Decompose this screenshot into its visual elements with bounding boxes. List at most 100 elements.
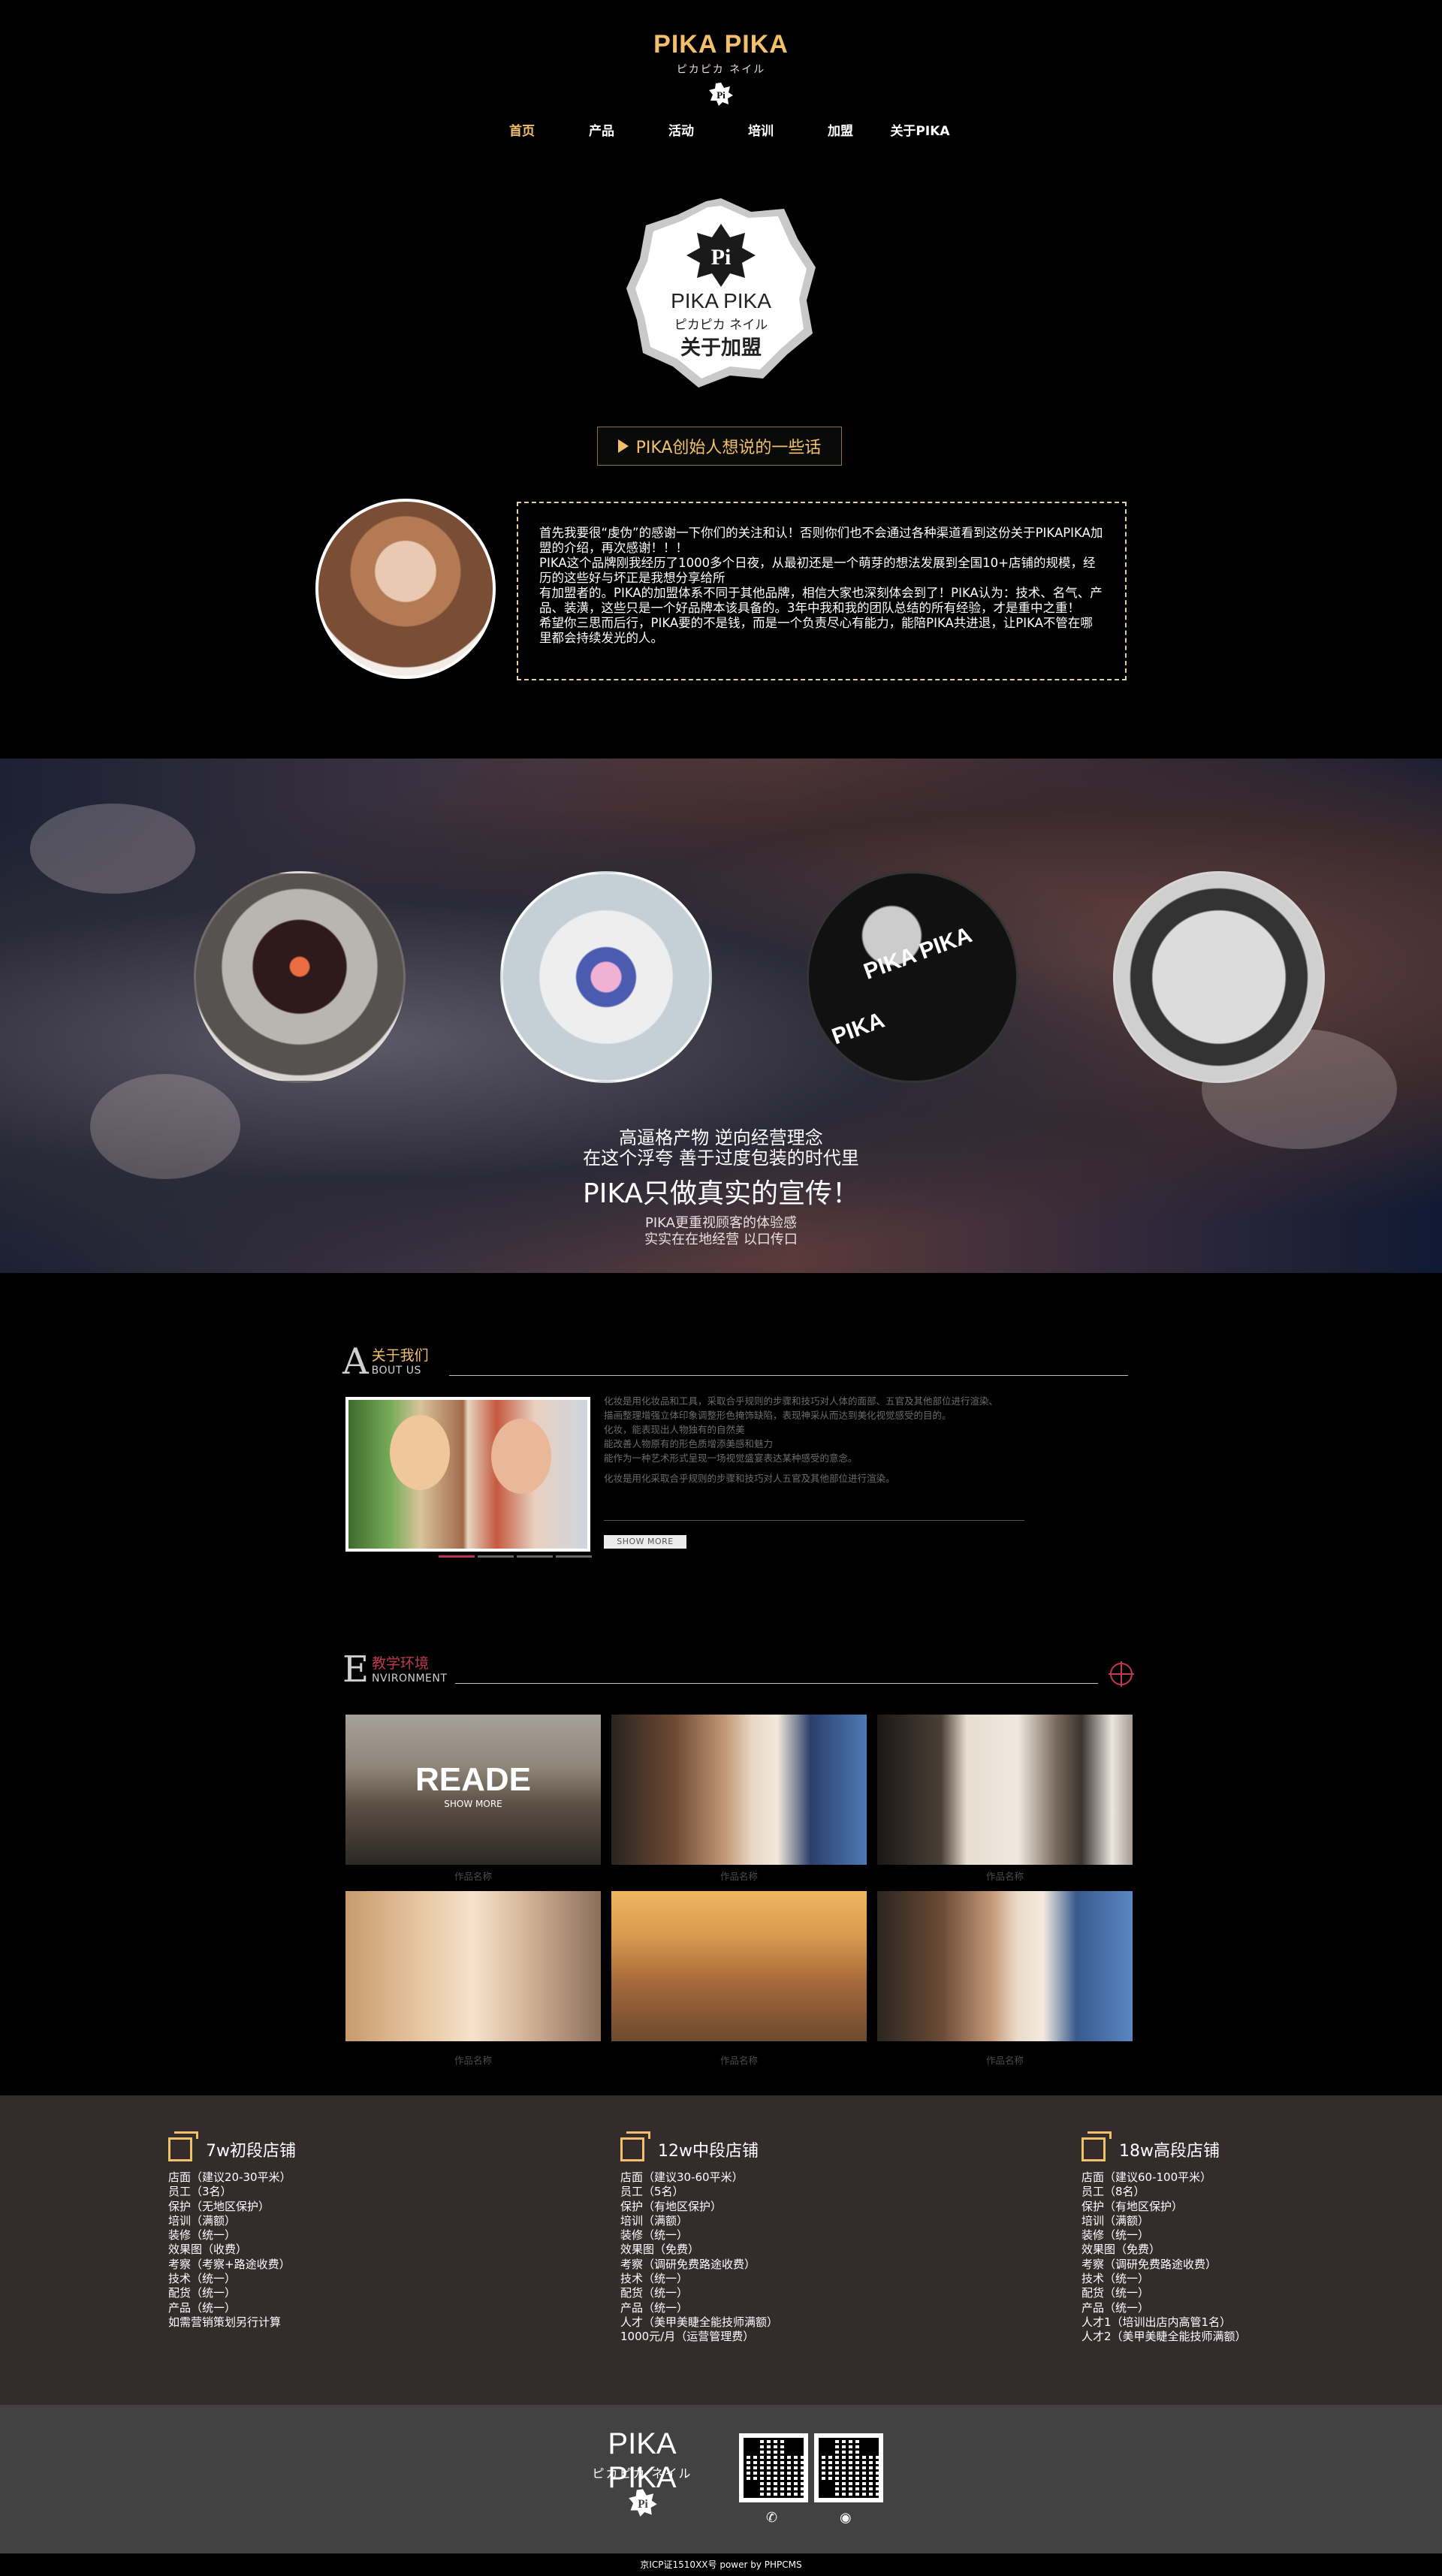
footer-brand-subtitle: ピカピカ ネイル — [592, 2466, 692, 2481]
copyright-bar: 京ICP证1510XX号 power by PHPCMS — [0, 2553, 1442, 2576]
plan-premium: 18w高段店铺 店面（建议60-100平米） 员工（8名） 保护（有地区保护） … — [1082, 2131, 1247, 2345]
about-photo-person — [491, 1419, 551, 1494]
gallery-caption: 作品名称 — [454, 1871, 492, 1882]
svg-text:Pi: Pi — [716, 89, 726, 101]
nav-item-products[interactable]: 产品 — [562, 120, 641, 139]
plan-item: 技术（统一） — [1082, 2272, 1150, 2286]
gallery-caption: 作品名称 — [985, 2055, 1024, 2066]
plan-item: 效果图（免费） — [620, 2243, 700, 2257]
quote-paragraph: 希望你三思而后行，PIKA要的不是钱，而是一个负责尽心有能力，能陪PIKA共进退… — [539, 616, 1093, 645]
plan-item: 员工（5名） — [620, 2185, 684, 2199]
environment-title: 教学环境 — [372, 1655, 430, 1672]
wechat-qr-code — [739, 2433, 808, 2502]
about-paragraph: 化妆是用化妆品和工具，采取合乎规则的步骤和技巧对人体的面部、五官及其他部位进行渲… — [604, 1395, 999, 1407]
plan-item: 考察（考察+路途收费） — [168, 2257, 291, 2271]
plan-item: 产品（统一） — [620, 2300, 689, 2315]
badge-brand: PIKA PIKA — [671, 289, 771, 312]
package-icon — [168, 2131, 200, 2163]
plan-title: 18w高段店铺 — [1119, 2142, 1220, 2161]
plan-item: 配货（统一） — [620, 2286, 689, 2300]
carousel-dot[interactable] — [517, 1555, 553, 1558]
nav-item-events[interactable]: 活动 — [641, 120, 721, 139]
gallery-caption: 作品名称 — [719, 2055, 758, 2066]
gallery-item[interactable] — [611, 1715, 867, 1865]
plan-details: 店面（建议30-60平米） 员工（5名） 保护（有地区保护） 培训（满额） 装修… — [620, 2170, 778, 2345]
nav-item-franchise[interactable]: 加盟 — [801, 120, 880, 139]
product-circle-2[interactable] — [500, 871, 712, 1083]
plan-item: 店面（建议60-100平米） — [1082, 2170, 1212, 2184]
plan-item: 装修（统一） — [620, 2228, 689, 2243]
gallery-overlay-title: READE — [415, 1761, 532, 1798]
plan-item: 如需营销策划另行计算 — [168, 2315, 282, 2329]
about-paragraph: 描画整理增强立体印象调整形色掩饰缺陷，表现神采从而达到美化视觉感受的目的。 — [604, 1410, 952, 1421]
founder-avatar — [315, 499, 496, 679]
brand-logo-title[interactable]: PIKA PIKA — [0, 30, 1442, 59]
carousel-dot[interactable] — [439, 1555, 475, 1558]
gallery-item[interactable] — [611, 1891, 867, 2041]
banner-line-2: 在这个浮夸 善于过度包装的时代里 — [583, 1148, 859, 1169]
plan-item: 装修（统一） — [168, 2228, 237, 2243]
about-description: 化妆是用化妆品和工具，采取合乎规则的步骤和技巧对人体的面部、五官及其他部位进行渲… — [604, 1394, 1024, 1486]
environment-divider — [455, 1683, 1098, 1684]
about-show-more-button[interactable]: SHOW MORE — [604, 1535, 686, 1549]
plan-item: 产品（统一） — [1082, 2300, 1150, 2315]
about-photo[interactable] — [345, 1397, 590, 1552]
package-icon — [620, 2131, 652, 2163]
svg-text:Pi: Pi — [638, 2498, 648, 2511]
plan-item: 效果图（免费） — [1082, 2243, 1161, 2257]
nav-item-about[interactable]: 关于PIKA — [880, 120, 960, 139]
plan-item: 保护（有地区保护） — [1082, 2199, 1184, 2213]
badge-title: 关于加盟 — [680, 336, 762, 360]
founder-words-button[interactable]: PIKA创始人想说的一些话 — [597, 427, 842, 466]
gallery-show-more[interactable]: SHOW MORE — [345, 1799, 601, 1809]
plan-details: 店面（建议60-100平米） 员工（8名） 保护（有地区保护） 培训（满额） 装… — [1082, 2170, 1247, 2345]
gallery-item[interactable] — [877, 1891, 1133, 2041]
site-header: PIKA PIKA ピカピカ ネイル Pi 首页 产品 活动 培训 加盟 关于P… — [0, 0, 1442, 150]
environment-initial: E — [342, 1648, 370, 1691]
brand-logo-subtitle: ピカピカ ネイル — [676, 64, 766, 76]
circle-brand-text: PIKA PIKA — [860, 922, 976, 985]
plan-item: 考察（调研免费路途收费） — [1082, 2257, 1217, 2271]
nav-item-training[interactable]: 培训 — [721, 120, 801, 139]
plan-item: 保护（无地区保护） — [168, 2199, 270, 2213]
nav-item-home[interactable]: 首页 — [482, 120, 562, 139]
wechat-icon[interactable]: ✆ — [766, 2510, 777, 2526]
package-icon — [1082, 2131, 1113, 2163]
plan-item: 员工（3名） — [168, 2185, 232, 2199]
flower-petal-decoration — [30, 804, 195, 894]
plan-item: 培训（满额） — [1082, 2213, 1150, 2228]
play-icon — [617, 439, 629, 453]
plan-item: 1000元/月（运营管理费） — [620, 2330, 755, 2344]
product-circle-4[interactable] — [1113, 871, 1325, 1083]
about-title-en: BOUT US — [371, 1365, 421, 1377]
svg-text:Pi: Pi — [711, 245, 732, 270]
crosshair-icon[interactable] — [1109, 1661, 1134, 1687]
weibo-icon[interactable]: ◉ — [840, 2510, 852, 2526]
plan-item: 员工（8名） — [1082, 2185, 1145, 2199]
banner-line-5: 实实在在地经营 以口传口 — [644, 1232, 798, 1247]
franchise-badge: Pi PIKA PIKA ピカピカ ネイル 关于加盟 — [626, 198, 816, 388]
carousel-dot[interactable] — [556, 1555, 592, 1558]
gallery-caption: 作品名称 — [454, 2055, 492, 2066]
product-circle-1[interactable] — [194, 871, 406, 1083]
gallery-caption: 作品名称 — [719, 1871, 758, 1882]
main-nav: 首页 产品 活动 培训 加盟 关于PIKA — [0, 120, 1442, 139]
circle-brand-text: PIKA — [828, 1007, 888, 1050]
plan-item: 店面（建议20-30平米） — [168, 2170, 291, 2184]
about-paragraph: 化妆，能表现出人物独有的自然美 — [604, 1424, 745, 1435]
gallery-item[interactable]: READE SHOW MORE — [345, 1715, 601, 1865]
gallery-item[interactable] — [877, 1715, 1133, 1865]
plan-item: 装修（统一） — [1082, 2228, 1150, 2243]
plan-details: 店面（建议20-30平米） 员工（3名） 保护（无地区保护） 培训（满额） 装修… — [168, 2170, 296, 2330]
plan-item: 培训（满额） — [620, 2213, 689, 2228]
product-circle-3[interactable]: PIKA PIKA PIKA — [807, 871, 1018, 1083]
carousel-dot[interactable] — [478, 1555, 514, 1558]
gallery-item[interactable] — [345, 1891, 601, 2041]
plan-item: 产品（统一） — [168, 2300, 237, 2315]
about-carousel-indicators — [439, 1555, 592, 1558]
plan-item: 效果图（收费） — [168, 2243, 248, 2257]
founder-words-label: PIKA创始人想说的一些话 — [635, 439, 822, 457]
flower-logo-icon: Pi — [629, 2489, 657, 2517]
promo-banner: PIKA PIKA PIKA 高逼格产物 逆向经营理念 在这个浮夸 善于过度包装… — [0, 759, 1442, 1273]
plan-item: 技术（统一） — [168, 2272, 237, 2286]
